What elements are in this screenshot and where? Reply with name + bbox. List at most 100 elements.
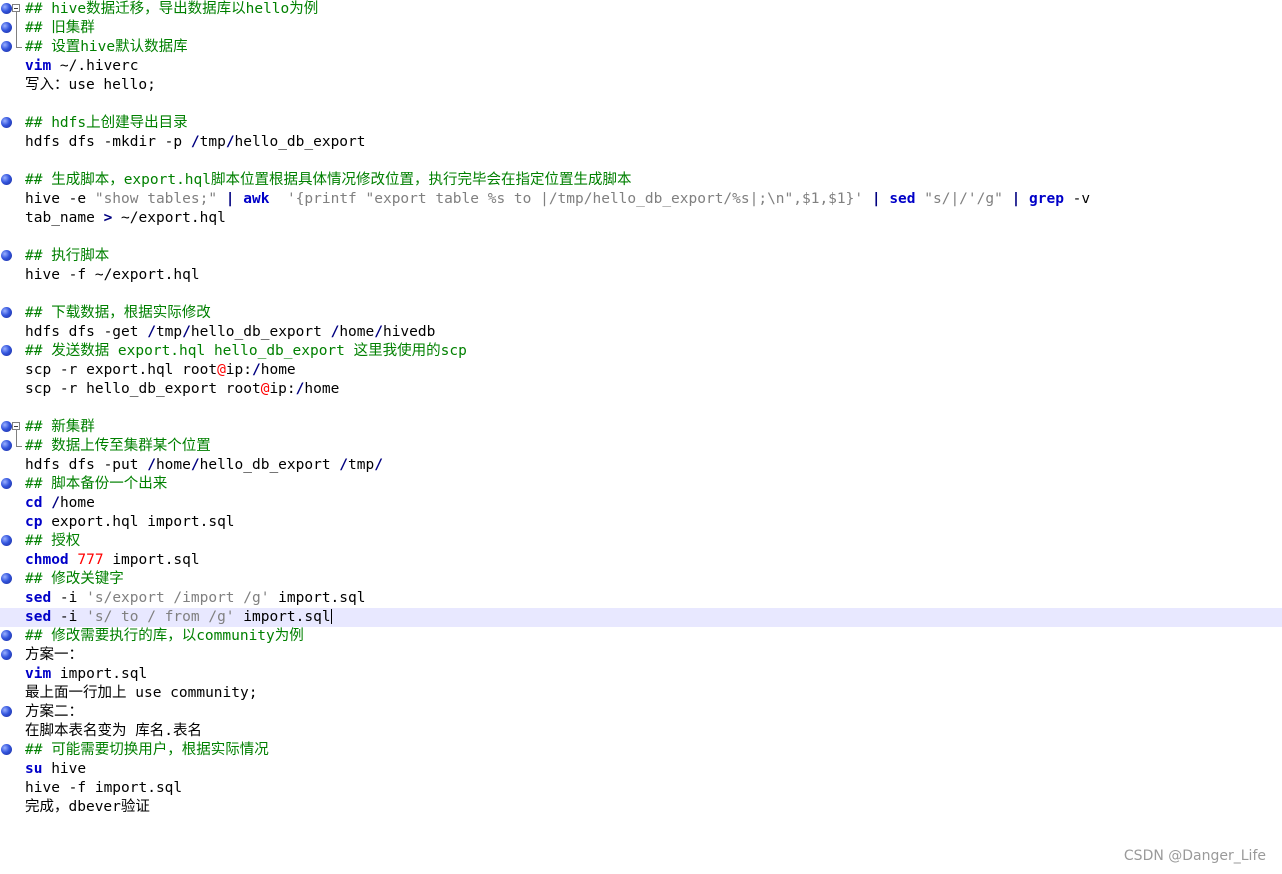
code-token: hdfs dfs -mkdir -p bbox=[25, 134, 191, 150]
code-token: -i bbox=[51, 609, 87, 625]
code-token: import.sql bbox=[51, 666, 148, 682]
code-line[interactable]: cd /home bbox=[0, 494, 1282, 513]
code-token: ## 旧集群 bbox=[25, 20, 95, 36]
code-token: sed bbox=[889, 191, 916, 207]
fold-guide-line bbox=[16, 19, 17, 38]
bookmark-marker-icon[interactable] bbox=[1, 345, 12, 356]
bookmark-marker-icon[interactable] bbox=[1, 421, 12, 432]
code-line[interactable]: 方案一： bbox=[0, 646, 1282, 665]
code-line[interactable]: ## hive数据迁移，导出数据库以hello为例 bbox=[0, 0, 1282, 19]
code-line[interactable]: ## 修改关键字 bbox=[0, 570, 1282, 589]
code-line[interactable]: 完成，dbever验证 bbox=[0, 798, 1282, 817]
code-token: hdfs dfs -put bbox=[25, 457, 148, 473]
code-token: 在脚本表名变为 库名.表名 bbox=[25, 723, 202, 739]
code-token: / bbox=[182, 324, 191, 340]
bookmark-marker-icon[interactable] bbox=[1, 649, 12, 660]
bookmark-marker-icon[interactable] bbox=[1, 22, 12, 33]
code-line[interactable]: scp -r export.hql root@ip:/home bbox=[0, 361, 1282, 380]
bookmark-marker-icon[interactable] bbox=[1, 117, 12, 128]
code-line[interactable]: chmod 777 import.sql bbox=[0, 551, 1282, 570]
code-line[interactable]: ## 脚本备份一个出来 bbox=[0, 475, 1282, 494]
code-line[interactable]: 方案二： bbox=[0, 703, 1282, 722]
code-line[interactable] bbox=[0, 152, 1282, 171]
code-line[interactable]: ## 修改需要执行的库，以community为例 bbox=[0, 627, 1282, 646]
text-caret bbox=[330, 609, 332, 624]
bookmark-marker-icon[interactable] bbox=[1, 573, 12, 584]
code-line[interactable]: ## 授权 bbox=[0, 532, 1282, 551]
code-line[interactable]: hive -e "show tables;" | awk '{printf "e… bbox=[0, 190, 1282, 209]
code-line[interactable]: vim import.sql bbox=[0, 665, 1282, 684]
code-line[interactable] bbox=[0, 95, 1282, 114]
code-line[interactable] bbox=[0, 228, 1282, 247]
bookmark-marker-icon[interactable] bbox=[1, 535, 12, 546]
code-line[interactable]: ## hdfs上创建导出目录 bbox=[0, 114, 1282, 133]
code-token: ## 授权 bbox=[25, 533, 81, 549]
code-line[interactable]: ## 设置hive默认数据库 bbox=[0, 38, 1282, 57]
code-line[interactable] bbox=[0, 399, 1282, 418]
code-token: -i bbox=[51, 590, 87, 606]
code-token: hive -f ~/export.hql bbox=[25, 267, 200, 283]
code-token: home bbox=[339, 324, 375, 340]
code-line[interactable]: vim ~/.hiverc bbox=[0, 57, 1282, 76]
code-token: ip: bbox=[269, 381, 296, 397]
code-line[interactable]: sed -i 's/ to / from /g' import.sql bbox=[0, 608, 1282, 627]
code-token: hello_db_export bbox=[234, 134, 366, 150]
code-line[interactable]: ## 执行脚本 bbox=[0, 247, 1282, 266]
bookmark-marker-icon[interactable] bbox=[1, 630, 12, 641]
code-line[interactable]: ## 新集群 bbox=[0, 418, 1282, 437]
code-line[interactable]: hdfs dfs -put /home/hello_db_export /tmp… bbox=[0, 456, 1282, 475]
bookmark-marker-icon[interactable] bbox=[1, 440, 12, 451]
code-line[interactable]: cp export.hql import.sql bbox=[0, 513, 1282, 532]
code-text: scp -r export.hql root@ip:/home bbox=[25, 361, 296, 380]
bookmark-marker-icon[interactable] bbox=[1, 744, 12, 755]
code-text: ## 旧集群 bbox=[25, 19, 95, 38]
code-token: 777 bbox=[77, 552, 104, 568]
code-token: hive bbox=[42, 761, 87, 777]
bookmark-marker-icon[interactable] bbox=[1, 478, 12, 489]
code-token: | bbox=[225, 191, 235, 207]
code-token: "s/|/'/g" bbox=[924, 191, 1003, 207]
code-token: ## 发送数据 export.hql hello_db_export 这里我使用… bbox=[25, 343, 467, 359]
code-token: import.sql bbox=[103, 552, 200, 568]
code-text: ## 可能需要切换用户，根据实际情况 bbox=[25, 741, 269, 760]
code-editor[interactable]: ## hive数据迁移，导出数据库以hello为例 ## 旧集群 ## 设置hive… bbox=[0, 0, 1282, 874]
code-token: scp -r hello_db_export root bbox=[25, 381, 261, 397]
code-line[interactable]: sed -i 's/export /import /g' import.sql bbox=[0, 589, 1282, 608]
code-line[interactable]: hdfs dfs -get /tmp/hello_db_export /home… bbox=[0, 323, 1282, 342]
code-line[interactable]: 写入：use hello; bbox=[0, 76, 1282, 95]
bookmark-marker-icon[interactable] bbox=[1, 706, 12, 717]
code-text: vim import.sql bbox=[25, 665, 147, 684]
code-line[interactable]: su hive bbox=[0, 760, 1282, 779]
code-line[interactable]: 最上面一行加上 use community; bbox=[0, 684, 1282, 703]
code-text: ## 数据上传至集群某个位置 bbox=[25, 437, 211, 456]
code-token: ## 可能需要切换用户，根据实际情况 bbox=[25, 742, 269, 758]
code-text: 完成，dbever验证 bbox=[25, 798, 150, 817]
fold-collapse-icon[interactable] bbox=[12, 422, 20, 430]
code-line[interactable]: ## 发送数据 export.hql hello_db_export 这里我使用… bbox=[0, 342, 1282, 361]
code-line[interactable]: tab_name > ~/export.hql bbox=[0, 209, 1282, 228]
code-line[interactable]: scp -r hello_db_export root@ip:/home bbox=[0, 380, 1282, 399]
code-token: tmp bbox=[348, 457, 375, 473]
bookmark-marker-icon[interactable] bbox=[1, 250, 12, 261]
code-line[interactable]: 在脚本表名变为 库名.表名 bbox=[0, 722, 1282, 741]
bookmark-marker-icon[interactable] bbox=[1, 174, 12, 185]
code-line[interactable]: ## 下载数据，根据实际修改 bbox=[0, 304, 1282, 323]
code-line[interactable]: ## 生成脚本，export.hql脚本位置根据具体情况修改位置，执行完毕会在指… bbox=[0, 171, 1282, 190]
bookmark-marker-icon[interactable] bbox=[1, 41, 12, 52]
bookmark-marker-icon[interactable] bbox=[1, 307, 12, 318]
code-token: 方案二： bbox=[25, 704, 83, 720]
code-line[interactable]: ## 旧集群 bbox=[0, 19, 1282, 38]
code-line[interactable]: hdfs dfs -mkdir -p /tmp/hello_db_export bbox=[0, 133, 1282, 152]
fold-collapse-icon[interactable] bbox=[12, 4, 20, 12]
code-text: ## 下载数据，根据实际修改 bbox=[25, 304, 211, 323]
code-line[interactable] bbox=[0, 285, 1282, 304]
code-line[interactable]: hive -f import.sql bbox=[0, 779, 1282, 798]
code-text: sed -i 's/export /import /g' import.sql bbox=[25, 589, 365, 608]
code-line[interactable]: ## 数据上传至集群某个位置 bbox=[0, 437, 1282, 456]
code-line[interactable]: ## 可能需要切换用户，根据实际情况 bbox=[0, 741, 1282, 760]
code-line[interactable]: hive -f ~/export.hql bbox=[0, 266, 1282, 285]
bookmark-marker-icon[interactable] bbox=[1, 3, 12, 14]
code-token: vim bbox=[25, 666, 52, 682]
